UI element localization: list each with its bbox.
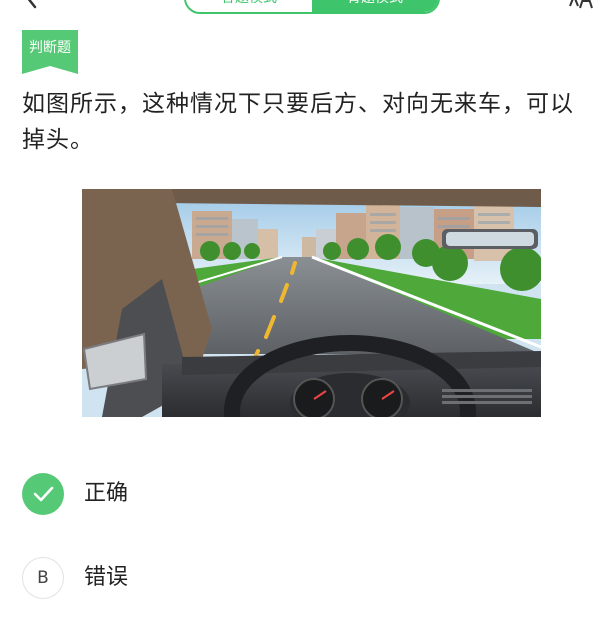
question-illustration xyxy=(82,189,541,417)
option-a-label: 正确 xyxy=(84,481,129,506)
option-b-marker: B xyxy=(22,557,64,599)
question-text: 如图所示，这种情况下只要后方、对向无来车，可以掉头。 xyxy=(22,91,574,153)
option-b[interactable]: B 错误 xyxy=(22,556,322,600)
option-b-label: 错误 xyxy=(84,565,129,590)
tab-study-mode[interactable]: 背题模式 xyxy=(312,0,438,12)
font-size-button[interactable] xyxy=(568,0,598,16)
correct-marker xyxy=(22,473,64,515)
top-bar: 答题模式 背题模式 xyxy=(0,0,611,16)
page: 答题模式 背题模式 判断题 如图所示，这种情况下只要后方、对向无来车，可以掉头。 xyxy=(0,0,611,642)
option-a[interactable]: 正确 xyxy=(22,472,322,516)
chevron-left-icon xyxy=(24,0,38,16)
font-size-icon xyxy=(568,0,598,17)
tab-answer-mode[interactable]: 答题模式 xyxy=(186,0,312,12)
question-type-tag: 判断题 xyxy=(22,30,78,74)
question-type-label: 判断题 xyxy=(29,40,71,56)
mode-switch: 答题模式 背题模式 xyxy=(184,0,440,14)
back-button[interactable] xyxy=(24,0,64,16)
